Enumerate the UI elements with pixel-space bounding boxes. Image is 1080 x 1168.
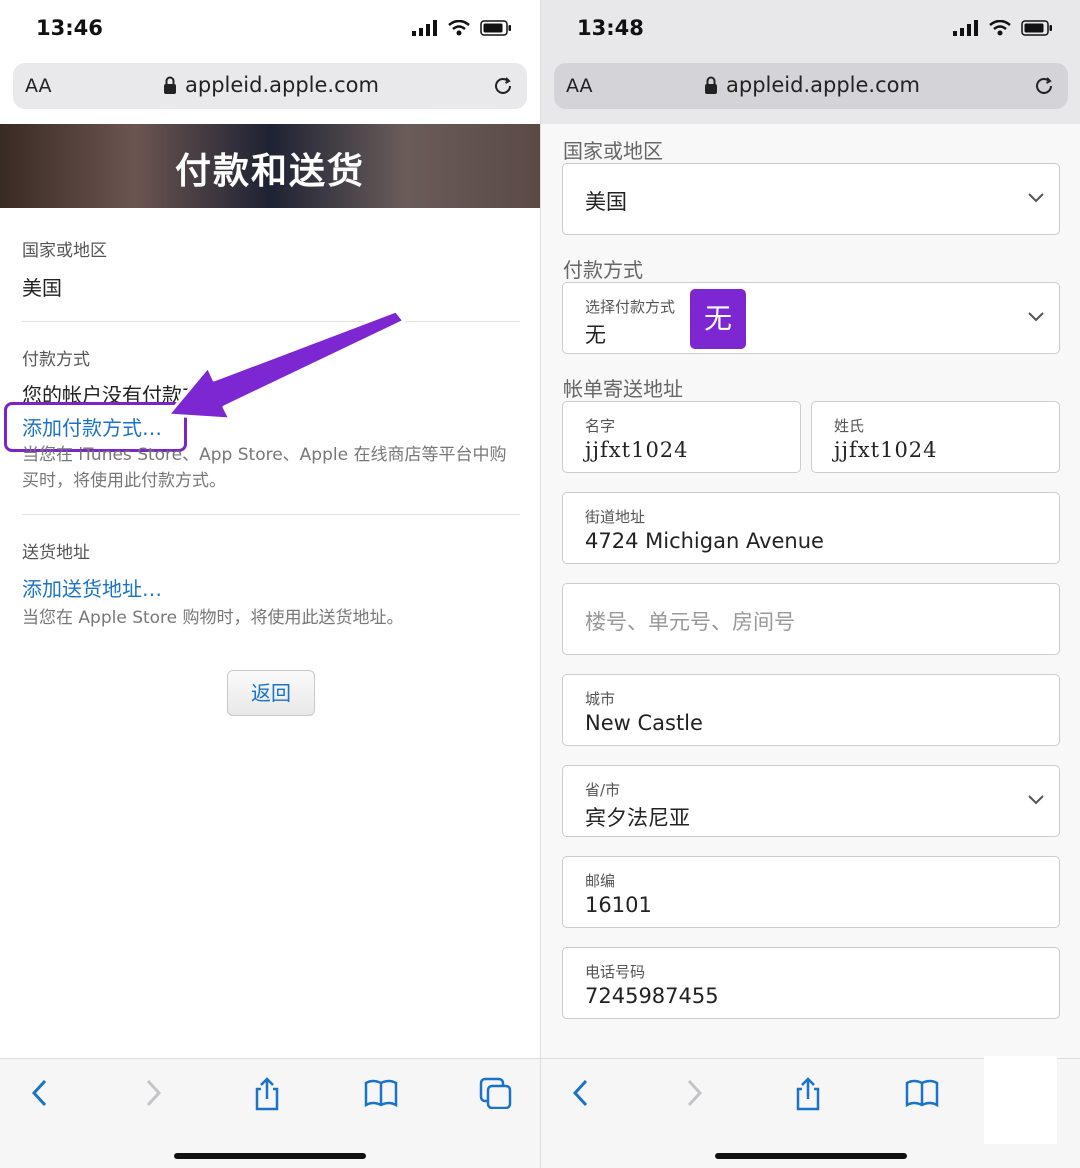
chevron-down-icon xyxy=(1028,312,1044,322)
status-icons xyxy=(953,20,1053,36)
back-button[interactable]: 返回 xyxy=(227,670,315,716)
shipping-note: 当您在 Apple Store 购物时，将使用此送货地址。 xyxy=(22,608,404,628)
share-icon[interactable] xyxy=(253,1077,281,1111)
state-select[interactable]: 省/市 宾夕法尼亚 xyxy=(562,765,1060,837)
safari-toolbar xyxy=(0,1058,540,1168)
last-name-value: jjfxt1024 xyxy=(834,438,938,462)
phone-field[interactable]: 电话号码 7245987455 xyxy=(562,947,1060,1019)
chevron-down-icon xyxy=(1028,193,1044,203)
payment-select-value: 无 xyxy=(585,323,606,347)
bookmarks-icon[interactable] xyxy=(905,1077,939,1109)
wifi-icon xyxy=(989,20,1011,36)
state-value: 宾夕法尼亚 xyxy=(585,806,690,830)
zip-label: 邮编 xyxy=(585,872,616,890)
reload-icon[interactable] xyxy=(1032,74,1056,98)
street-field[interactable]: 街道地址 4724 Michigan Avenue xyxy=(562,492,1060,564)
url-text: appleid.apple.com xyxy=(726,73,920,97)
country-label: 国家或地区 xyxy=(563,139,663,163)
country-value: 美国 xyxy=(585,190,627,214)
chevron-down-icon xyxy=(1028,795,1044,805)
left-screenshot: 13:46 AA appleid.apple.com 付款和送货 国家或地区 美… xyxy=(0,0,540,1168)
city-value: New Castle xyxy=(585,711,703,735)
street-label: 街道地址 xyxy=(585,508,646,526)
right-screenshot: 13:48 AA appleid.apple.com 国家或地区 美国 付款方式… xyxy=(540,0,1080,1168)
first-name-label: 名字 xyxy=(585,417,616,435)
zip-value: 16101 xyxy=(585,893,652,917)
back-chevron-icon[interactable] xyxy=(30,1077,50,1109)
unit-placeholder: 楼号、单元号、房间号 xyxy=(585,610,795,634)
status-bar: 13:48 xyxy=(541,0,1080,58)
payment-annotation-badge: 无 xyxy=(690,289,746,349)
city-label: 城市 xyxy=(585,690,616,708)
lock-icon xyxy=(705,76,717,94)
signal-icon xyxy=(953,20,978,36)
billing-label: 帐单寄送地址 xyxy=(563,377,683,401)
shipping-label: 送货地址 xyxy=(22,543,90,563)
first-name-field[interactable]: 名字 jjfxt1024 xyxy=(562,401,801,473)
last-name-field[interactable]: 姓氏 jjfxt1024 xyxy=(811,401,1060,473)
state-label: 省/市 xyxy=(585,781,621,799)
unit-field[interactable]: 楼号、单元号、房间号 xyxy=(562,583,1060,655)
back-chevron-icon[interactable] xyxy=(571,1077,591,1109)
phone-value: 7245987455 xyxy=(585,984,719,1008)
share-icon[interactable] xyxy=(794,1077,822,1111)
bookmarks-icon[interactable] xyxy=(364,1077,398,1109)
forward-chevron-icon[interactable] xyxy=(143,1077,163,1109)
annotation-arrow-icon xyxy=(166,309,406,421)
address-bar[interactable]: AA appleid.apple.com xyxy=(554,63,1068,109)
phone-label: 电话号码 xyxy=(585,963,646,981)
forward-chevron-icon[interactable] xyxy=(684,1077,704,1109)
last-name-label: 姓氏 xyxy=(834,417,865,435)
home-indicator xyxy=(715,1153,907,1159)
payment-method-select[interactable]: 选择付款方式 无 无 xyxy=(562,282,1060,354)
first-name-value: jjfxt1024 xyxy=(585,438,689,462)
divider xyxy=(22,514,520,515)
tabs-icon[interactable] xyxy=(479,1077,513,1109)
status-time: 13:48 xyxy=(577,16,644,40)
add-shipping-link[interactable]: 添加送货地址… xyxy=(22,573,162,602)
city-field[interactable]: 城市 New Castle xyxy=(562,674,1060,746)
payment-select-label: 选择付款方式 xyxy=(585,298,676,316)
street-value: 4724 Michigan Avenue xyxy=(585,529,824,553)
country-select[interactable]: 美国 xyxy=(562,163,1060,235)
cover-block xyxy=(984,1056,1057,1144)
home-indicator xyxy=(174,1153,366,1159)
battery-icon xyxy=(1021,20,1052,36)
zip-field[interactable]: 邮编 16101 xyxy=(562,856,1060,928)
payment-label: 付款方式 xyxy=(563,258,643,282)
reader-aa-button[interactable]: AA xyxy=(566,75,593,97)
